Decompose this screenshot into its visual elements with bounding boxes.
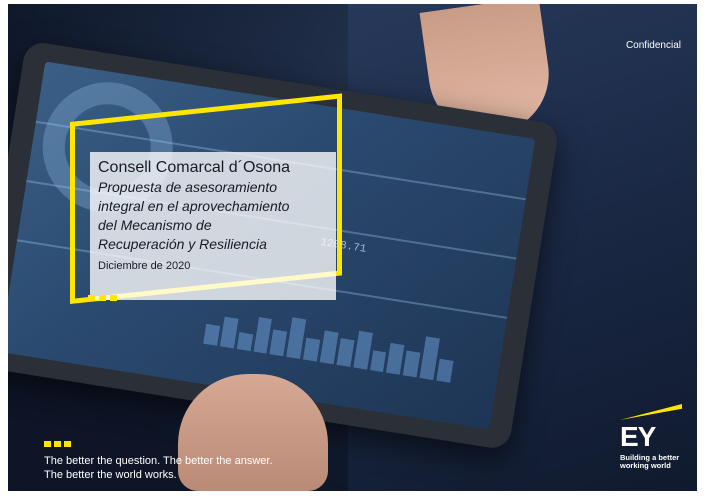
- tagline-dots-decoration: [44, 441, 71, 447]
- confidential-label: Confidencial: [625, 40, 681, 51]
- cover-title: Consell Comarcal d´Osona: [98, 159, 291, 176]
- cover-date: Diciembre de 2020: [98, 260, 191, 272]
- ey-claim: Building a better working world: [620, 454, 679, 470]
- tagline-line: The better the world works.: [44, 469, 177, 481]
- title-box: Consell Comarcal d´Osona Propuesta de as…: [90, 152, 336, 300]
- yellow-dots-decoration: [88, 295, 117, 301]
- tagline: The better the question. The better the …: [44, 454, 273, 482]
- cover-subtitle-line: integral en el aprovechamiento: [98, 198, 290, 214]
- cover-subtitle-line: Recuperación y Resiliencia: [98, 236, 267, 252]
- tagline-line: The better the question. The better the …: [44, 455, 273, 467]
- screen-bar-chart: [203, 294, 458, 383]
- ey-beam-icon: [620, 404, 682, 420]
- cover-subtitle-line: del Mecanismo de: [98, 217, 212, 233]
- cover-subtitle-line: Propuesta de asesoramiento: [98, 179, 277, 195]
- ey-claim-line: working world: [620, 461, 671, 470]
- cover-slide: 1208.71 Confidencial Consell Comarcal d´…: [8, 4, 697, 491]
- ey-logo: EY Building a better working world: [620, 404, 682, 476]
- ey-logo-text: EY: [620, 421, 656, 452]
